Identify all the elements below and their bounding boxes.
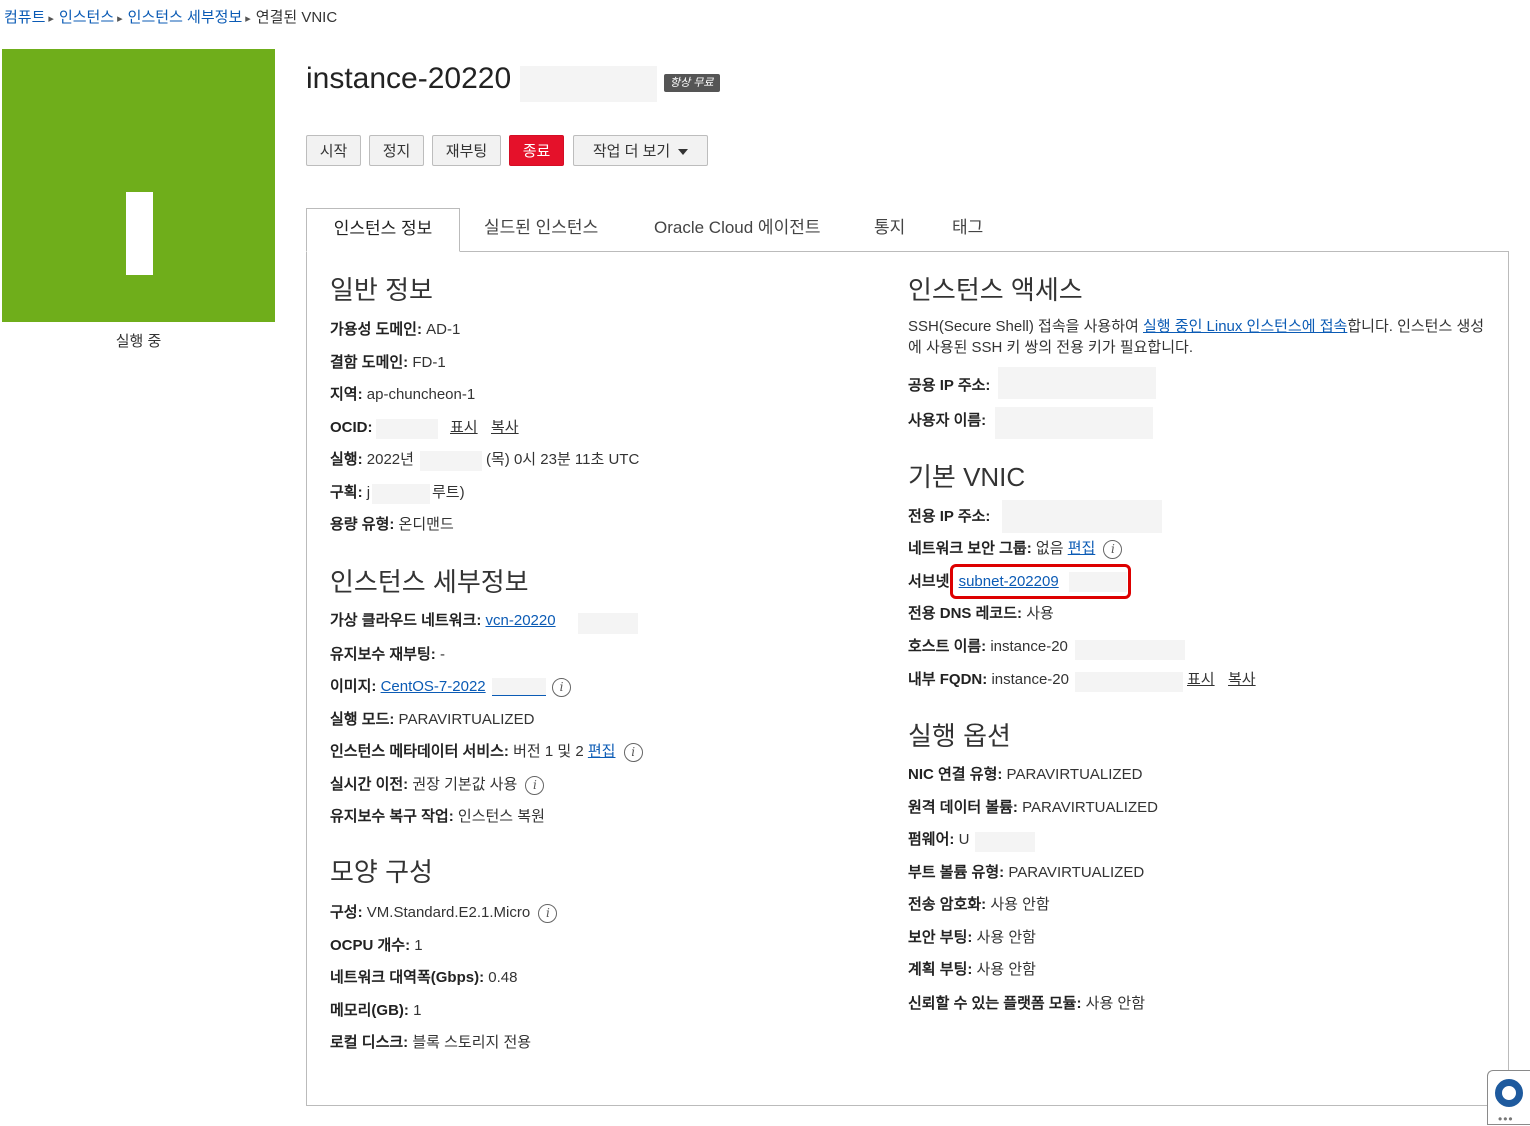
secure-boot-row: 보안 부팅: 사용 안함 <box>908 929 1036 946</box>
vcn-row: 가상 클라우드 네트워크: vcn-20220 <box>330 612 556 629</box>
chevron-down-icon <box>678 149 689 156</box>
more-actions-button[interactable]: 작업 더 보기 <box>573 135 708 166</box>
metadata-info-icon[interactable]: i <box>623 742 643 762</box>
memory-row: 메모리(GB): 1 <box>330 1002 422 1019</box>
ocpu-count-row: OCPU 개수: 1 <box>330 937 423 954</box>
breadcrumb-instance-details[interactable]: 인스턴스 세부정보 <box>128 9 243 26</box>
image-row: 이미지: CentOS-7-2022 <box>330 678 486 695</box>
remote-volume-row: 원격 데이터 볼륨: PARAVIRTUALIZED <box>908 799 1158 816</box>
shape-config-heading: 모양 구성 <box>330 857 433 887</box>
instance-access-heading: 인스턴스 액세스 <box>908 275 1083 305</box>
redacted-block <box>975 832 1035 852</box>
private-ip-row: 전용 IP 주소: <box>908 508 991 525</box>
live-migration-row: 실시간 이전: 권장 기본값 사용 i <box>330 775 545 795</box>
ocid-row: OCID: <box>330 419 373 436</box>
local-disk-row: 로컬 디스크: 블록 스토리지 전용 <box>330 1034 532 1051</box>
redacted-block <box>1002 500 1162 533</box>
access-description: SSH(Secure Shell) 접속을 사용하여 실행 중인 Linux 인… <box>908 318 1485 356</box>
redacted-block <box>420 451 482 471</box>
tpm-row: 신뢰할 수 있는 플랫폼 모듈: 사용 안함 <box>908 995 1146 1012</box>
page-title: instance-20220 <box>306 62 512 95</box>
boot-volume-row: 부트 볼륨 유형: PARAVIRTUALIZED <box>908 864 1145 881</box>
ocid-show-link[interactable]: 표시 <box>450 418 478 438</box>
fqdn-show-link[interactable]: 표시 <box>1187 670 1215 690</box>
redacted-block <box>998 367 1156 399</box>
redacted-block <box>1075 672 1183 692</box>
tab-oracle-cloud-agent[interactable]: Oracle Cloud 에이전트 <box>654 208 821 251</box>
always-free-badge: 항상 무료 <box>664 74 720 92</box>
private-dns-row: 전용 DNS 레코드: 사용 <box>908 605 1054 622</box>
more-actions-label: 작업 더 보기 <box>592 143 671 160</box>
general-info-heading: 일반 정보 <box>330 275 433 305</box>
measured-boot-row: 계획 부팅: 사용 안함 <box>908 961 1036 978</box>
nsg-row: 네트워크 보안 그룹: 없음 편집 i <box>908 539 1123 559</box>
migration-info-icon[interactable]: i <box>525 775 545 795</box>
vcn-link[interactable]: vcn-20220 <box>486 612 556 629</box>
breadcrumb-instances[interactable]: 인스턴스 <box>59 9 114 26</box>
breadcrumb-current: 연결된 VNIC <box>255 9 338 26</box>
redacted-block <box>578 613 638 634</box>
launched-row: 실행: 2022년 <box>330 451 414 468</box>
help-button[interactable]: ••• <box>1487 1070 1530 1126</box>
fault-domain-row: 결함 도메인: FD-1 <box>330 354 446 371</box>
network-bandwidth-row: 네트워크 대역폭(Gbps): 0.48 <box>330 969 518 986</box>
breadcrumb-separator-icon: ▸ <box>117 13 123 25</box>
instance-status: 실행 중 <box>115 333 162 350</box>
breadcrumb-separator-icon: ▸ <box>48 13 54 25</box>
availability-domain-row: 가용성 도메인: AD-1 <box>330 321 461 338</box>
username-row: 사용자 이름: <box>908 412 987 429</box>
maintenance-reboot-row: 유지보수 재부팅: - <box>330 646 445 663</box>
redacted-block <box>372 484 430 504</box>
reboot-button[interactable]: 재부팅 <box>432 135 501 166</box>
metadata-edit-link[interactable]: 편집 <box>588 743 616 760</box>
tab-instance-info[interactable]: 인스턴스 정보 <box>306 208 460 252</box>
nsg-info-icon[interactable]: i <box>1103 539 1123 559</box>
in-transit-encryption-row: 전송 암호화: 사용 안함 <box>908 896 1050 913</box>
breadcrumb-separator-icon: ▸ <box>245 13 251 25</box>
capacity-type-row: 용량 유형: 온디맨드 <box>330 516 454 533</box>
redacted-block <box>1075 640 1185 660</box>
nic-attachment-row: NIC 연결 유형: PARAVIRTUALIZED <box>908 766 1143 783</box>
region-row: 지역: ap-chuncheon-1 <box>330 386 476 403</box>
fqdn-copy-link[interactable]: 복사 <box>1228 670 1256 690</box>
instance-letter <box>126 192 153 275</box>
stop-button[interactable]: 정지 <box>369 135 424 166</box>
redacted-block <box>376 419 438 439</box>
start-button[interactable]: 시작 <box>306 135 361 166</box>
ocid-copy-link[interactable]: 복사 <box>491 418 519 438</box>
redacted-block <box>520 66 657 102</box>
nsg-edit-link[interactable]: 편집 <box>1068 540 1096 557</box>
instance-details-heading: 인스턴스 세부정보 <box>330 567 529 597</box>
primary-vnic-heading: 기본 VNIC <box>908 462 1026 492</box>
breadcrumb-compute[interactable]: 컴퓨트 <box>4 9 45 26</box>
tab-tags[interactable]: 태그 <box>952 208 983 251</box>
internal-fqdn-row: 내부 FQDN: instance-20 <box>908 671 1069 688</box>
compartment-root: 루트) <box>432 484 465 501</box>
metadata-service-row: 인스턴스 메타데이터 서비스: 버전 1 및 2 편집 i <box>330 742 643 762</box>
shape-info-icon[interactable]: i <box>538 903 558 923</box>
firmware-row: 펌웨어: U <box>908 831 970 848</box>
subnet-highlight-box <box>950 564 1131 599</box>
connect-instance-link[interactable]: 실행 중인 Linux 인스턴스에 접속 <box>1143 318 1347 335</box>
tab-notifications[interactable]: 통지 <box>874 208 905 251</box>
hostname-row: 호스트 이름: instance-20 <box>908 638 1068 655</box>
instance-tile-icon <box>2 49 275 322</box>
launch-options-heading: 실행 옵션 <box>908 721 1011 751</box>
breadcrumb: 컴퓨트 ▸ 인스턴스 ▸ 인스턴스 세부정보 ▸ 연결된 VNIC <box>4 6 337 27</box>
image-info-icon[interactable]: i <box>552 678 571 697</box>
compartment-row: 구획: j <box>330 484 371 501</box>
redacted-block <box>492 678 546 696</box>
shape-row: 구성: VM.Standard.E2.1.Micro i <box>330 903 558 923</box>
redacted-block <box>995 407 1153 439</box>
launch-mode-row: 실행 모드: PARAVIRTUALIZED <box>330 711 535 728</box>
public-ip-row: 공용 IP 주소: <box>908 377 991 394</box>
launched-time: (목) 0시 23분 11초 UTC <box>486 451 640 468</box>
more-dots-icon: ••• <box>1498 1112 1514 1126</box>
tab-shielded-instance[interactable]: 실드된 인스턴스 <box>484 208 598 251</box>
maintenance-recovery-row: 유지보수 복구 작업: 인스턴스 복원 <box>330 808 545 825</box>
lifebuoy-icon <box>1495 1079 1523 1107</box>
terminate-button[interactable]: 종료 <box>509 135 564 166</box>
image-link[interactable]: CentOS-7-2022 <box>381 678 486 695</box>
